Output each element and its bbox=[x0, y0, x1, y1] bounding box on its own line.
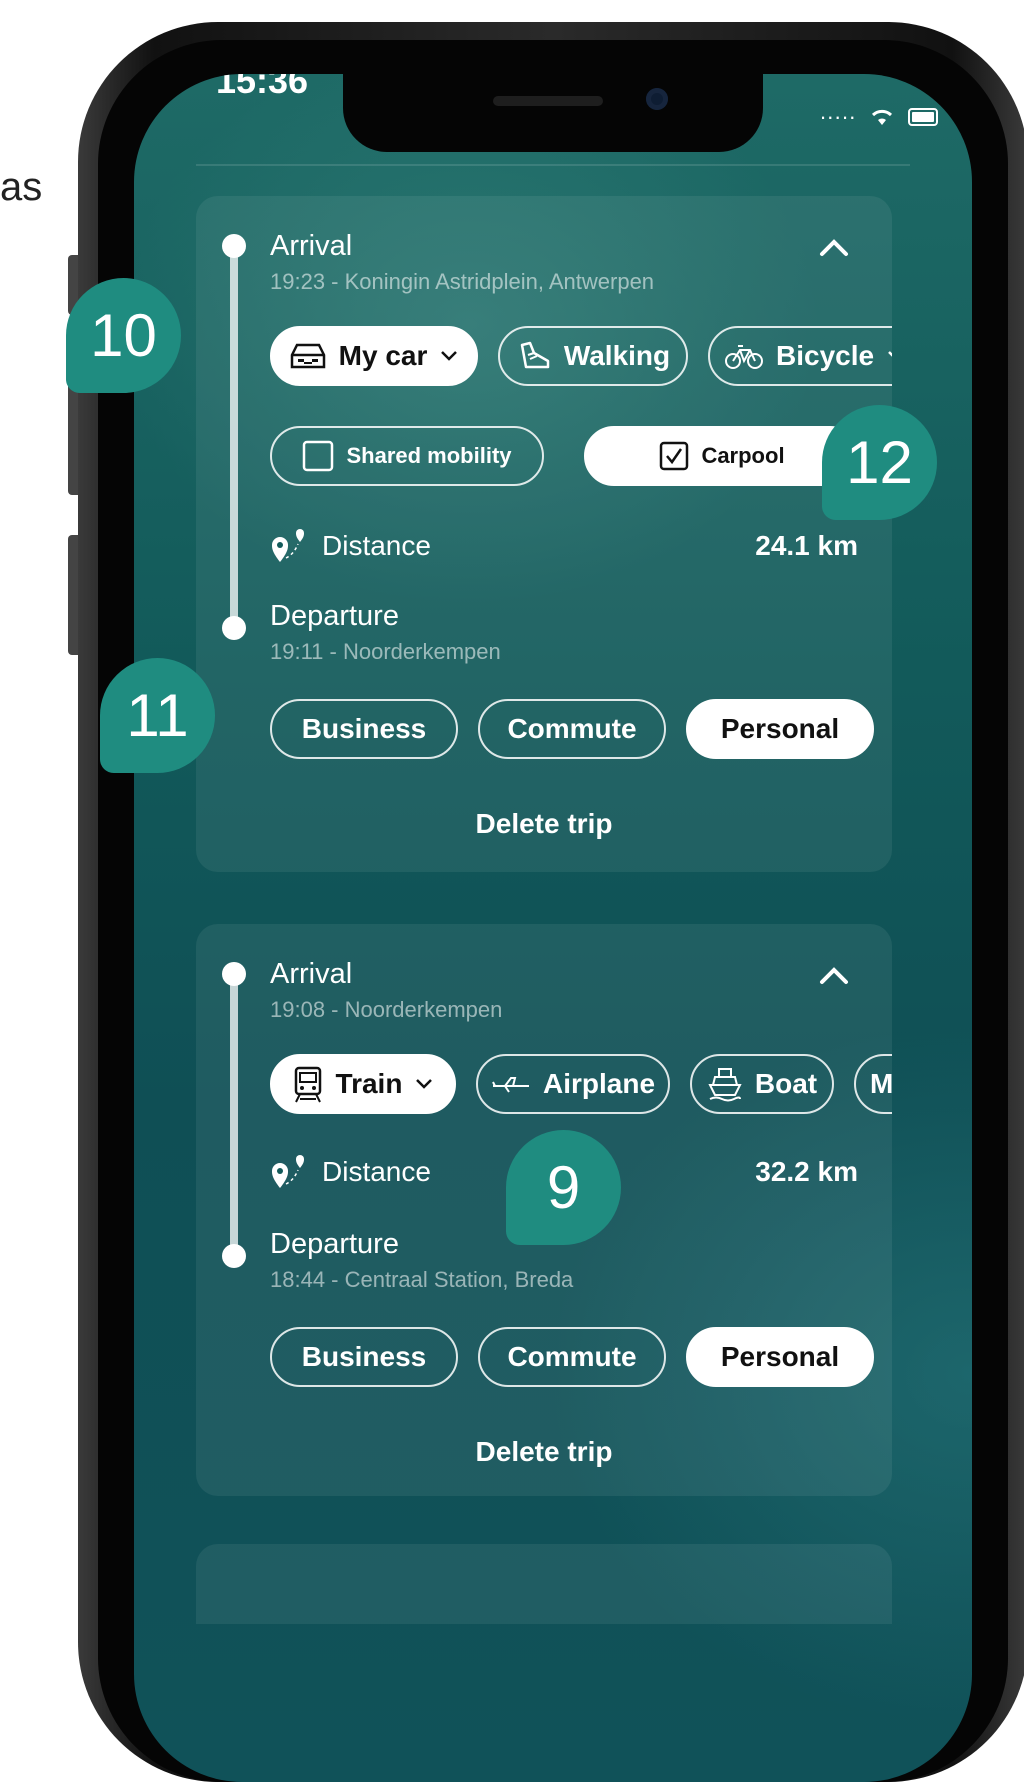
departure-detail: 18:44 - Centraal Station, Breda bbox=[270, 1267, 574, 1292]
purpose-personal-button[interactable]: Personal bbox=[686, 699, 874, 759]
header-divider bbox=[196, 164, 910, 166]
mode-train-dropdown[interactable]: Train bbox=[270, 1054, 456, 1114]
arrival-detail: 19:08 - Noorderkempen bbox=[270, 997, 503, 1022]
chevron-up-icon[interactable] bbox=[816, 958, 852, 994]
purpose-label: Business bbox=[301, 1341, 427, 1372]
departure-label: Departure bbox=[270, 1228, 399, 1260]
bicycle-icon bbox=[725, 345, 763, 369]
speaker bbox=[493, 96, 603, 106]
distance-row: Distance bbox=[270, 526, 431, 566]
chevron-down-icon bbox=[416, 1079, 433, 1089]
arrival-dot bbox=[222, 962, 246, 986]
distance-value: 32.2 km bbox=[755, 1156, 858, 1187]
trip-timeline bbox=[230, 968, 238, 1256]
departure-label: Departure bbox=[270, 600, 399, 632]
mode-boat[interactable]: Boat bbox=[690, 1054, 834, 1114]
purpose-commute-button[interactable]: Commute bbox=[478, 699, 666, 759]
boat-icon bbox=[708, 1068, 742, 1102]
purpose-business-button[interactable]: Business bbox=[270, 1327, 458, 1387]
distance-value: 24.1 km bbox=[755, 530, 858, 561]
checkbox-checked-icon bbox=[660, 441, 689, 471]
side-caption-text: as bbox=[0, 165, 43, 209]
trip-card-1: Arrival 19:23 - Koningin Astridplein, An… bbox=[196, 196, 892, 872]
phone-bezel: 15:36 ····· Arrival 19:23 - Koningin Ast… bbox=[98, 40, 1008, 1782]
departure-dot bbox=[222, 1244, 246, 1268]
purpose-label: Personal bbox=[720, 713, 840, 744]
mode-walking[interactable]: Walking bbox=[498, 326, 688, 386]
departure-dot bbox=[222, 616, 246, 640]
mode-airplane[interactable]: Airplane bbox=[476, 1054, 670, 1114]
annotation-badge: 12 bbox=[822, 405, 937, 520]
arrival-label: Arrival bbox=[270, 958, 353, 990]
arrival-label: Arrival bbox=[270, 230, 353, 262]
annotation-badge: 10 bbox=[66, 278, 181, 393]
distance-label: Distance bbox=[322, 530, 431, 561]
purpose-label: Business bbox=[301, 713, 427, 744]
purpose-business-button[interactable]: Business bbox=[270, 699, 458, 759]
mode-label: Walking bbox=[563, 340, 671, 371]
camera bbox=[646, 88, 668, 110]
purpose-label: Personal bbox=[720, 1341, 840, 1372]
delete-trip-button[interactable]: Delete trip bbox=[196, 1436, 892, 1468]
phone-frame: 15:36 ····· Arrival 19:23 - Koningin Ast… bbox=[78, 22, 1024, 1782]
annotation-badge: 11 bbox=[100, 658, 215, 773]
status-icons: ····· bbox=[819, 104, 942, 130]
mode-my-car-dropdown[interactable]: My car bbox=[270, 326, 478, 386]
route-pin-icon bbox=[272, 529, 304, 562]
mode-label: M bbox=[870, 1068, 892, 1099]
arrival-dot bbox=[222, 234, 246, 258]
mode-more[interactable]: M bbox=[854, 1054, 892, 1114]
distance-label: Distance bbox=[322, 1156, 431, 1187]
mode-label: Airplane bbox=[542, 1068, 656, 1099]
departure-detail: 19:11 - Noorderkempen bbox=[270, 639, 501, 664]
annotation-badge: 9 bbox=[506, 1130, 621, 1245]
trip-card-3-partial bbox=[196, 1544, 892, 1624]
chevron-down-icon bbox=[441, 351, 458, 361]
shoe-icon bbox=[520, 341, 550, 369]
status-time: 15:36 bbox=[216, 74, 309, 101]
mode-label: Train bbox=[335, 1068, 403, 1099]
wifi-icon bbox=[871, 109, 893, 125]
mode-label: Boat bbox=[754, 1068, 818, 1099]
shared-mobility-checkbox[interactable]: Shared mobility bbox=[270, 426, 544, 486]
signal-icon: ····· bbox=[819, 104, 856, 129]
trip-timeline bbox=[230, 240, 238, 632]
app-screen: 15:36 ····· Arrival 19:23 - Koningin Ast… bbox=[134, 74, 972, 1782]
carpool-checkbox[interactable]: Carpool bbox=[584, 426, 860, 486]
arrival-detail: 19:23 - Koningin Astridplein, Antwerpen bbox=[270, 269, 655, 294]
purpose-commute-button[interactable]: Commute bbox=[478, 1327, 666, 1387]
train-icon bbox=[294, 1066, 321, 1103]
mode-bicycle-dropdown[interactable]: Bicycle bbox=[708, 326, 892, 386]
car-icon bbox=[290, 343, 325, 369]
delete-trip-button[interactable]: Delete trip bbox=[196, 808, 892, 840]
battery-icon bbox=[908, 108, 938, 126]
mode-label: Bicycle bbox=[776, 340, 875, 371]
purpose-label: Commute bbox=[507, 713, 637, 744]
distance-row: Distance bbox=[270, 1152, 431, 1192]
chevron-up-icon[interactable] bbox=[816, 230, 852, 266]
chevron-down-icon bbox=[888, 351, 892, 357]
mode-label: My car bbox=[338, 340, 428, 371]
notch bbox=[343, 74, 763, 152]
option-label: Carpool bbox=[701, 443, 785, 468]
route-pin-icon bbox=[272, 1155, 304, 1188]
purpose-personal-button[interactable]: Personal bbox=[686, 1327, 874, 1387]
checkbox-unchecked-icon bbox=[303, 440, 334, 472]
option-label: Shared mobility bbox=[346, 443, 512, 468]
transport-mode-row: Train Airplane Boat M bbox=[270, 1052, 892, 1122]
transport-mode-row: My car Walking Bicycle bbox=[270, 324, 892, 394]
airplane-icon bbox=[492, 1077, 529, 1093]
purpose-label: Commute bbox=[507, 1341, 637, 1372]
